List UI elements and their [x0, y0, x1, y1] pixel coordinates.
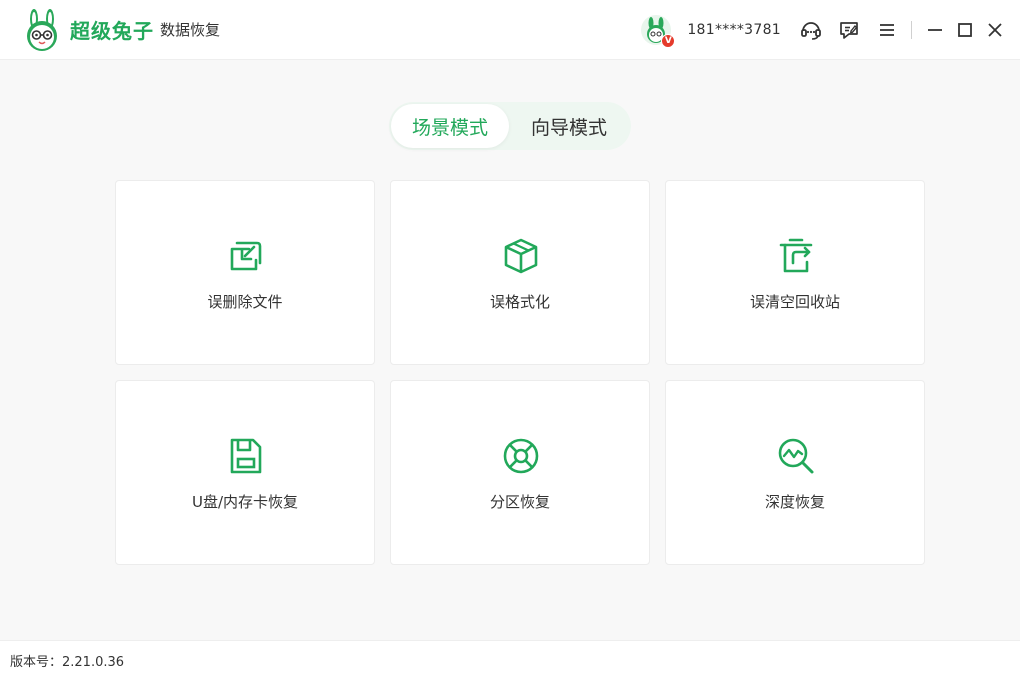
status-bar: 版本号：2.21.0.36	[0, 640, 1020, 680]
user-avatar[interactable]: V	[641, 15, 676, 48]
message-edit-icon[interactable]	[837, 18, 861, 42]
scenario-label: 深度恢复	[764, 493, 825, 511]
close-icon	[988, 23, 1002, 37]
brand-name: 超级兔子	[70, 19, 154, 43]
scenario-card-usb-sd[interactable]: U盘/内存卡恢复	[115, 380, 375, 565]
scenario-card-recycle-bin[interactable]: 误清空回收站	[665, 180, 925, 365]
deep-scan-icon	[778, 438, 814, 474]
vip-badge: V	[661, 34, 676, 48]
brand-subtitle: 数据恢复	[160, 21, 221, 39]
scenario-card-partition[interactable]: 分区恢复	[390, 380, 650, 565]
scenario-label: 误格式化	[489, 293, 550, 311]
hamburger-menu-icon[interactable]	[875, 18, 899, 42]
recycle-bin-icon	[779, 238, 813, 273]
maximize-button[interactable]	[954, 18, 976, 42]
rabbit-logo-icon	[27, 8, 57, 51]
mode-tabs: 场景模式 向导模式	[389, 102, 631, 150]
scenario-label: 误删除文件	[207, 293, 283, 311]
scenario-label: 分区恢复	[489, 493, 550, 511]
version-text: 版本号：2.21.0.36	[10, 655, 125, 670]
tab-wizard-mode[interactable]: 向导模式	[509, 104, 629, 148]
minimize-icon	[928, 29, 942, 31]
scenario-card-deep-scan[interactable]: 深度恢复	[665, 380, 925, 565]
cube-format-icon	[504, 238, 538, 274]
file-restore-icon	[230, 241, 262, 271]
scenario-label: U盘/内存卡恢复	[191, 493, 299, 511]
title-bar: 超级兔子 数据恢复 V 181****3781	[0, 0, 1020, 60]
title-bar-actions: V 181****3781	[641, 0, 1020, 60]
close-button[interactable]	[984, 18, 1006, 42]
headset-chat-icon[interactable]	[799, 18, 823, 42]
user-phone[interactable]: 181****3781	[687, 22, 781, 38]
minimize-button[interactable]	[924, 18, 946, 42]
maximize-icon	[958, 23, 972, 37]
brand: 超级兔子 数据恢复	[20, 0, 220, 60]
scenario-card-deleted-files[interactable]: 误删除文件	[115, 180, 375, 365]
sd-card-icon	[230, 438, 262, 474]
partition-icon	[503, 438, 539, 474]
title-bar-divider	[911, 21, 912, 39]
scenario-card-format[interactable]: 误格式化	[390, 180, 650, 365]
scenario-label: 误清空回收站	[749, 293, 840, 311]
tab-scene-mode[interactable]: 场景模式	[391, 104, 509, 148]
app-window: 超级兔子 数据恢复 V 181****3781 场景模式 向导模式 误删除文件 …	[0, 0, 1020, 680]
